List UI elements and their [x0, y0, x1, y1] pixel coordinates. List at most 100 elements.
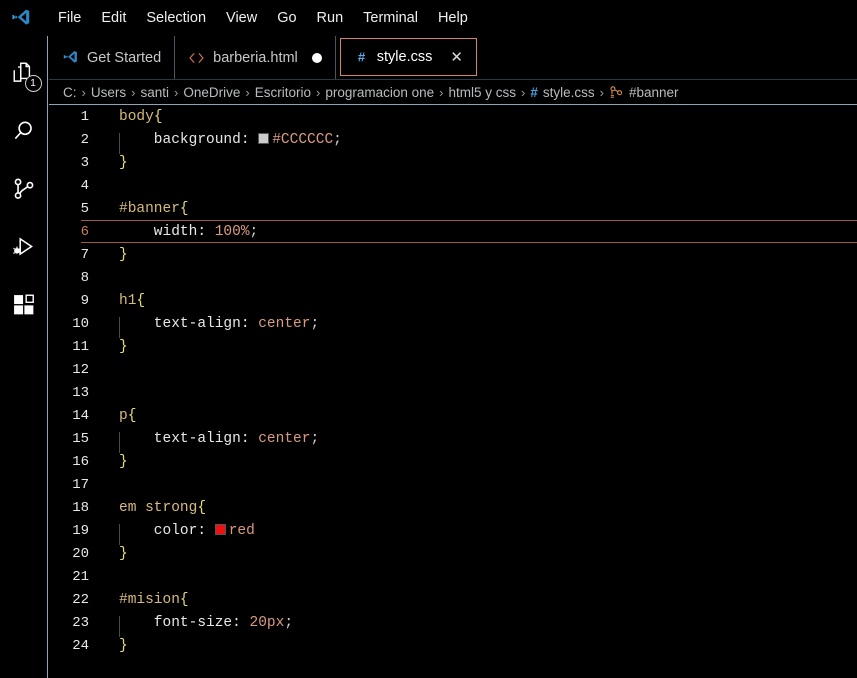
code-line[interactable]: 11}	[49, 335, 857, 358]
code-line-text: em strong{	[99, 500, 857, 516]
breadcrumb-item-escritorio[interactable]: Escritorio	[255, 85, 311, 100]
tab-label: Get Started	[87, 49, 162, 66]
menu-item-selection[interactable]: Selection	[136, 0, 216, 36]
code-token: #banner	[119, 200, 180, 217]
html-icon	[188, 51, 205, 65]
code-line[interactable]: 9 h1{	[49, 289, 857, 312]
line-number: 17	[72, 476, 89, 493]
code-line[interactable]: 24}	[49, 634, 857, 657]
code-line[interactable]: 15 text-align: center;	[49, 427, 857, 453]
code-token: {	[197, 499, 207, 516]
tab-get-started[interactable]: Get Started	[49, 36, 176, 79]
code-line[interactable]: 2 background: #CCCCCC;	[49, 128, 857, 154]
line-number: 12	[72, 361, 89, 378]
unsaved-indicator-icon[interactable]	[311, 52, 322, 63]
breadcrumb-item-santi[interactable]: santi	[140, 85, 169, 100]
code-line-text: #mision{	[99, 592, 857, 608]
code-line[interactable]: 12	[49, 358, 857, 381]
code-token: 20px	[249, 614, 285, 631]
code-line-text: font-size: 20px;	[99, 614, 857, 637]
line-number: 7	[80, 246, 89, 263]
code-line-text: #banner{	[99, 201, 857, 217]
sidebar-item-search[interactable]	[0, 102, 48, 160]
tab-style-css[interactable]: # style.css ✕	[339, 38, 477, 76]
code-line[interactable]: 23 font-size: 20px;	[49, 611, 857, 637]
color-swatch[interactable]	[258, 132, 270, 144]
code-line[interactable]: 14 p{	[49, 404, 857, 427]
code-line[interactable]: 10 text-align: center;	[49, 312, 857, 338]
breadcrumb-separator: ›	[131, 84, 136, 100]
menu-item-help[interactable]: Help	[428, 0, 478, 36]
breadcrumb-item-drive[interactable]: C:	[63, 85, 77, 100]
code-line[interactable]: 22 #mision{	[49, 588, 857, 611]
line-number: 18	[72, 499, 89, 516]
sidebar-item-source-control[interactable]	[0, 160, 48, 218]
activity-bar: 1	[0, 36, 48, 678]
code-token: center	[258, 315, 311, 332]
line-number: 19	[72, 522, 89, 539]
sidebar-item-explorer[interactable]: 1	[0, 44, 48, 102]
code-line[interactable]: 17	[49, 473, 857, 496]
code-line[interactable]: 3}	[49, 151, 857, 174]
tab-barberia-html[interactable]: barberia.html	[175, 36, 336, 79]
menu-item-run[interactable]: Run	[307, 0, 354, 36]
line-number: 2	[80, 131, 89, 148]
breadcrumb-item-programacion-one[interactable]: programacion one	[325, 85, 434, 100]
code-line[interactable]: 16}	[49, 450, 857, 473]
menu-item-view[interactable]: View	[216, 0, 267, 36]
code-token: text-align:	[119, 315, 250, 332]
code-token: ;	[249, 223, 259, 240]
menu-item-file[interactable]: File	[48, 0, 91, 36]
menu-item-edit[interactable]: Edit	[91, 0, 136, 36]
line-number: 11	[72, 338, 89, 355]
code-line[interactable]: 6 width: 100%;	[49, 220, 857, 243]
code-token: 100%	[214, 223, 250, 240]
code-token: background:	[119, 131, 250, 148]
code-line-text: }	[99, 155, 857, 171]
breadcrumb-item-users[interactable]: Users	[91, 85, 126, 100]
close-icon[interactable]: ✕	[450, 50, 463, 65]
breadcrumb-item-onedrive[interactable]: OneDrive	[183, 85, 240, 100]
code-line-text: color: red	[99, 522, 857, 545]
code-line-text: }	[99, 454, 857, 470]
breadcrumb-item-style-css[interactable]: # style.css	[530, 85, 594, 100]
color-swatch[interactable]	[214, 523, 226, 535]
breadcrumb-separator: ›	[81, 84, 86, 100]
code-line[interactable]: 20}	[49, 542, 857, 565]
code-line[interactable]: 18 em strong{	[49, 496, 857, 519]
line-number: 22	[72, 591, 89, 608]
code-line[interactable]: 5 #banner{	[49, 197, 857, 220]
breadcrumb-item-banner[interactable]: #banner	[609, 85, 679, 100]
line-number: 5	[80, 200, 89, 217]
line-number: 24	[72, 637, 89, 654]
tab-label: style.css	[376, 49, 433, 65]
code-line-text: }	[99, 638, 857, 654]
code-line-text: text-align: center;	[99, 315, 857, 338]
code-line[interactable]: 21	[49, 565, 857, 588]
code-token: }	[119, 246, 128, 263]
code-token: ;	[310, 430, 320, 447]
code-line[interactable]: 7}	[49, 243, 857, 266]
sidebar-item-extensions[interactable]	[0, 276, 48, 334]
code-line[interactable]: 1 body{	[49, 105, 857, 128]
menu-item-go[interactable]: Go	[267, 0, 306, 36]
code-line[interactable]: 4	[49, 174, 857, 197]
code-token: h1	[119, 292, 137, 309]
code-line[interactable]: 19 color: red	[49, 519, 857, 545]
breadcrumb-item-html5-y-css[interactable]: html5 y css	[448, 85, 516, 100]
code-line[interactable]: 13	[49, 381, 857, 404]
code-editor[interactable]: 1 body{2 background: #CCCCCC; 3} 4 5 #banner{…	[49, 105, 857, 678]
code-token: }	[119, 154, 128, 171]
sidebar-item-run-debug[interactable]	[0, 218, 48, 276]
code-token: {	[179, 200, 189, 217]
code-token: p	[119, 407, 128, 424]
code-token: text-align:	[119, 430, 250, 447]
line-number: 9	[80, 292, 89, 309]
code-token: color:	[119, 522, 207, 539]
menu-item-terminal[interactable]: Terminal	[353, 0, 428, 36]
code-line[interactable]: 8	[49, 266, 857, 289]
line-number: 13	[72, 384, 89, 401]
